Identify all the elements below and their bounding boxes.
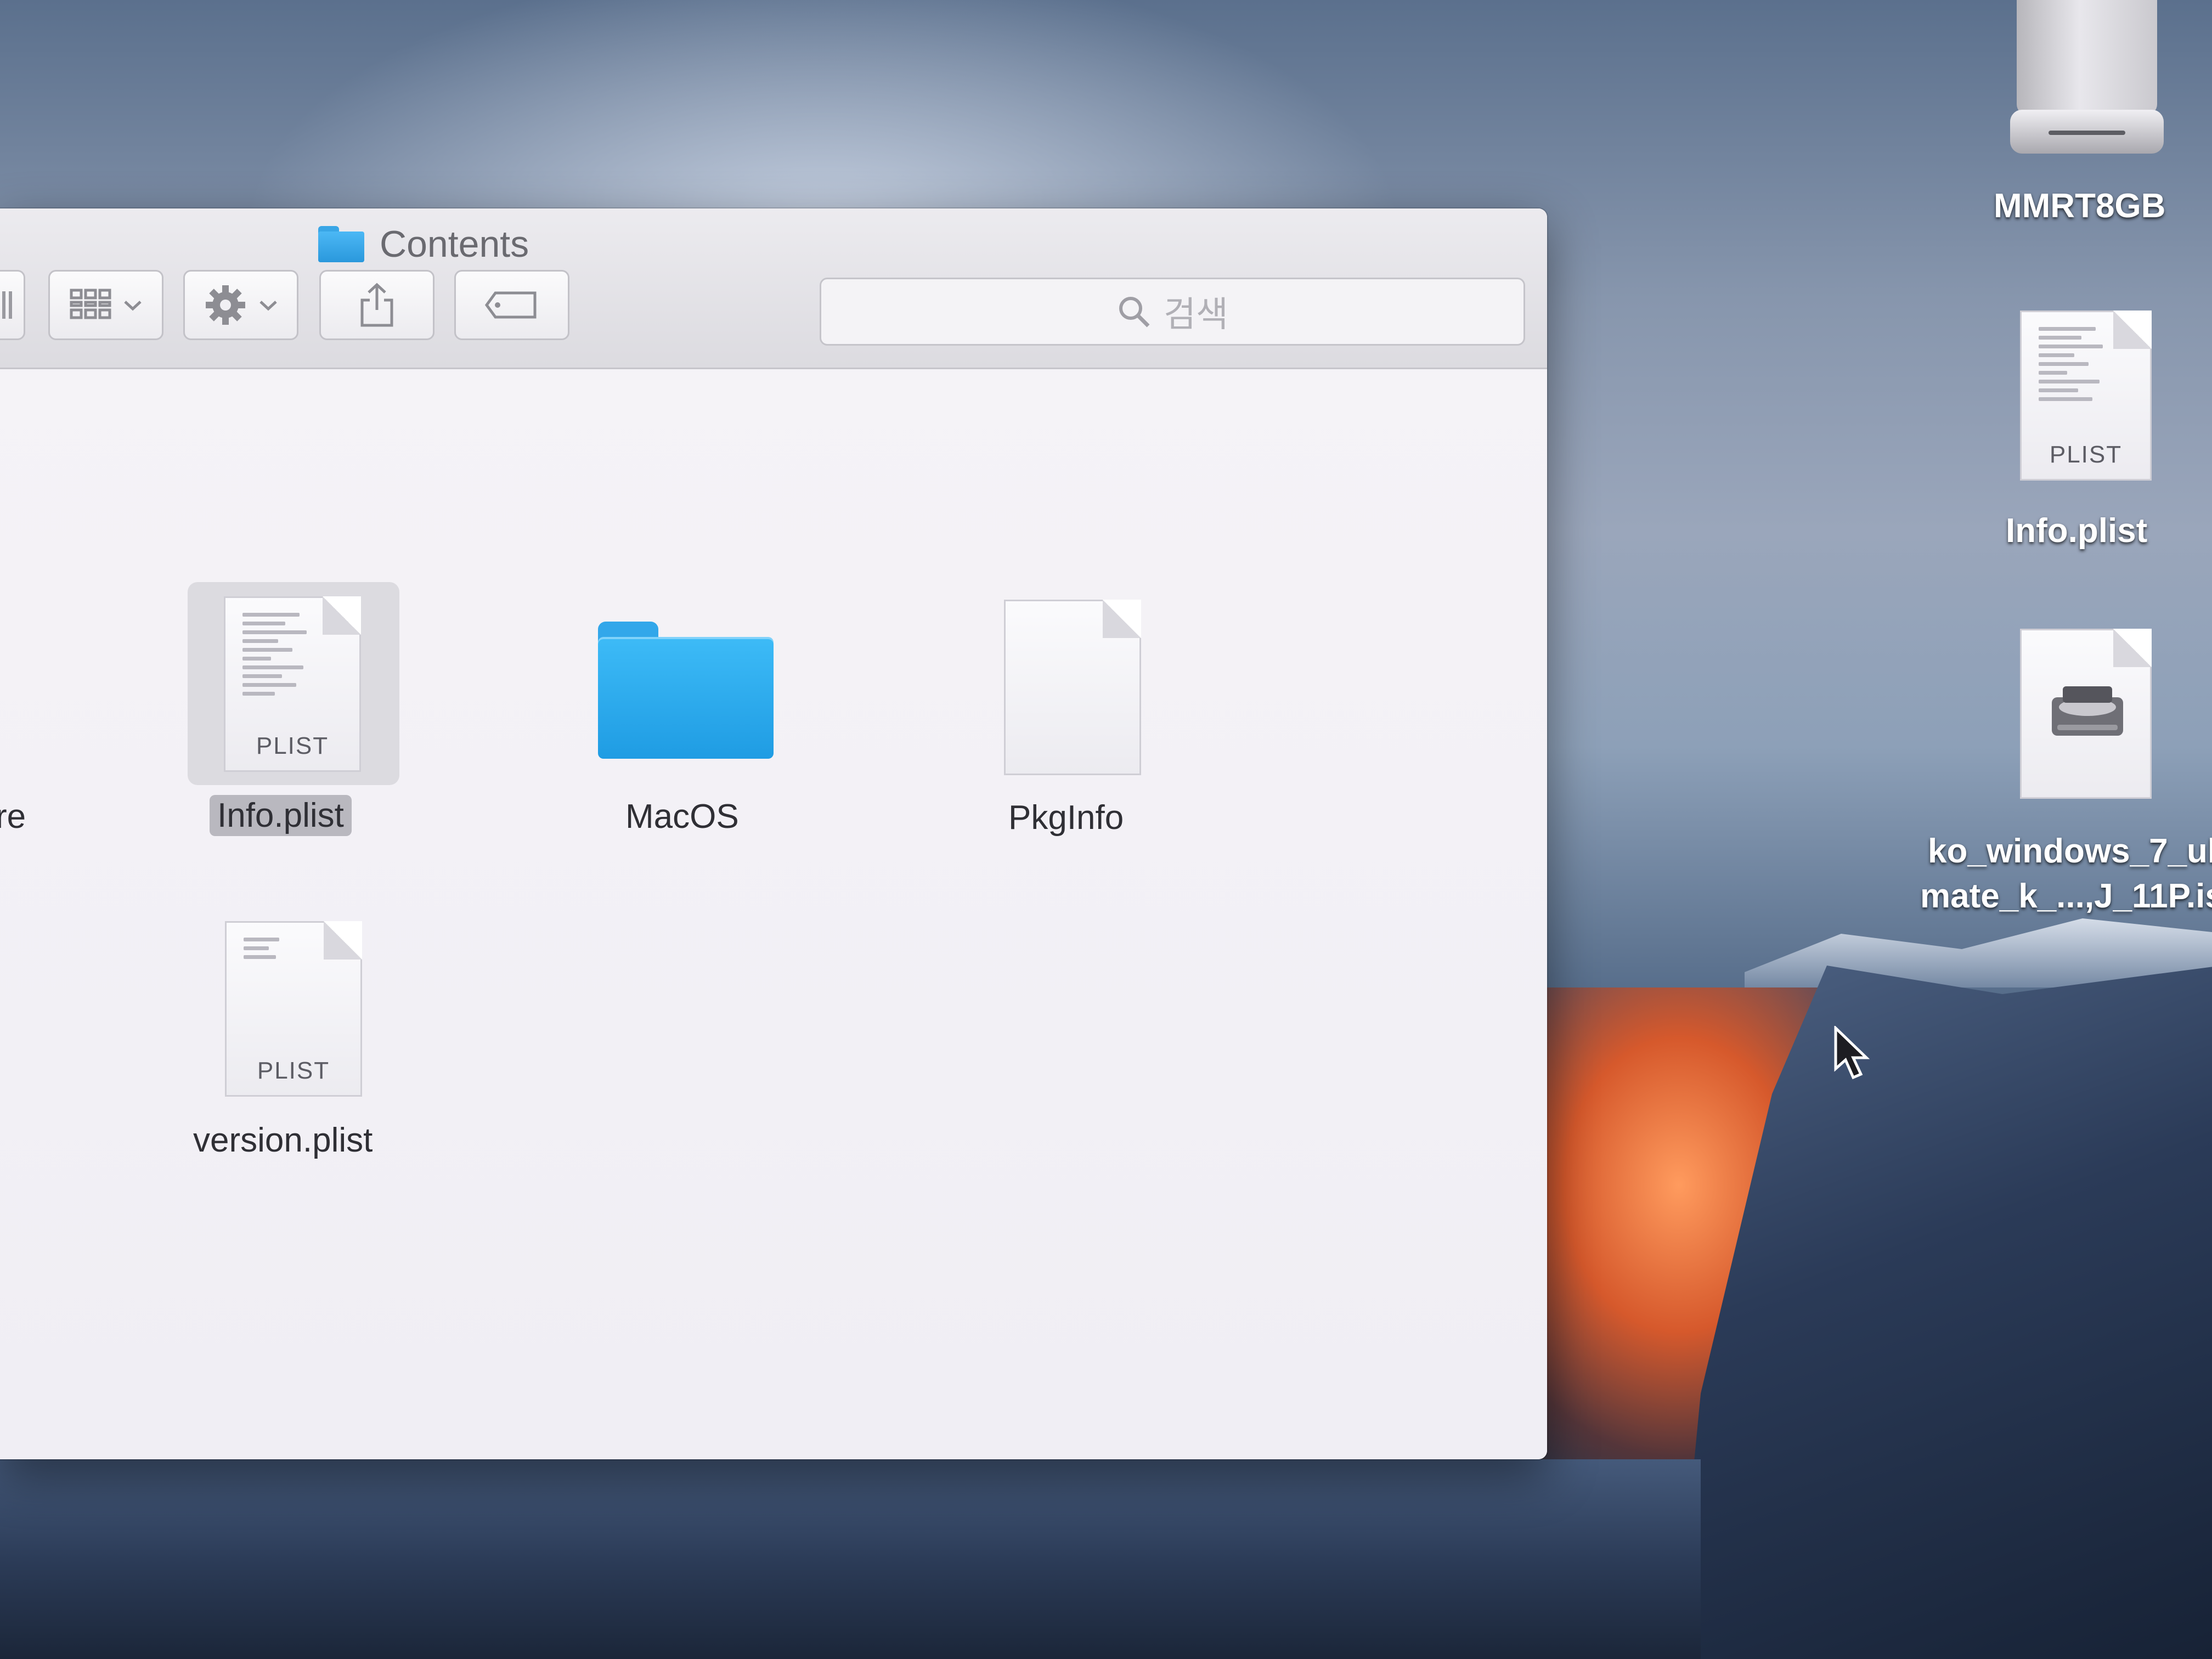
file-kind-label: PLIST — [2049, 441, 2123, 468]
wallpaper-ground — [0, 1459, 1701, 1659]
drive-label[interactable]: MMRT8GB — [1994, 187, 2165, 225]
info-plist-file-icon[interactable]: PLIST — [224, 596, 361, 772]
pkginfo-label[interactable]: PkgInfo — [1008, 798, 1124, 837]
column-view-icon — [2, 291, 12, 319]
file-kind-label: PLIST — [257, 1057, 330, 1084]
disk-image-label-line1[interactable]: ko_windows_7_ul — [1928, 832, 2212, 871]
grid-icon — [70, 289, 111, 319]
window-title: Contents — [318, 219, 529, 269]
pkginfo-file-icon[interactable] — [1004, 600, 1141, 775]
desktop-plist-icon[interactable]: PLIST — [2020, 311, 2152, 481]
chevron-down-icon — [124, 301, 142, 311]
search-placeholder: 검색 — [1164, 295, 1228, 334]
macos-folder-label[interactable]: MacOS — [625, 797, 739, 836]
version-plist-label[interactable]: version.plist — [193, 1121, 373, 1160]
mouse-cursor-icon — [1834, 1026, 1870, 1080]
chevron-down-icon — [259, 301, 277, 311]
disk-image-label-line2[interactable]: mate_k_...,J_11P.is — [1920, 877, 2212, 916]
version-plist-file-icon[interactable]: PLIST — [225, 921, 362, 1097]
disk-image-file-icon[interactable] — [2020, 629, 2152, 799]
view-toggle-button[interactable] — [0, 270, 25, 340]
share-button[interactable] — [319, 270, 435, 340]
folder-icon — [318, 226, 364, 262]
hard-disk-icon — [2052, 686, 2123, 736]
search-field[interactable]: 검색 — [820, 278, 1525, 346]
share-icon — [360, 283, 393, 327]
file-browser: re PLIST Info.plist MacOS PkgInfo PLIST … — [0, 369, 1547, 1459]
tag-icon — [484, 291, 537, 319]
desktop: Contents re PLIST Info.plist MacOS PkgIn… — [0, 0, 2212, 1659]
gear-icon — [206, 285, 245, 325]
search-icon — [1119, 297, 1150, 328]
partial-file-label: re — [0, 798, 26, 836]
external-drive-icon[interactable] — [2010, 0, 2164, 159]
macos-folder-icon[interactable] — [598, 622, 774, 759]
desktop-plist-label[interactable]: Info.plist — [2006, 511, 2147, 550]
action-button[interactable] — [183, 270, 298, 340]
window-title-text: Contents — [380, 223, 529, 265]
file-kind-label: PLIST — [256, 732, 329, 759]
arrange-button[interactable] — [48, 270, 163, 340]
tag-button[interactable] — [454, 270, 569, 340]
info-plist-label[interactable]: Info.plist — [210, 795, 352, 836]
finder-window[interactable]: Contents re PLIST Info.plist MacOS PkgIn… — [0, 208, 1547, 1459]
